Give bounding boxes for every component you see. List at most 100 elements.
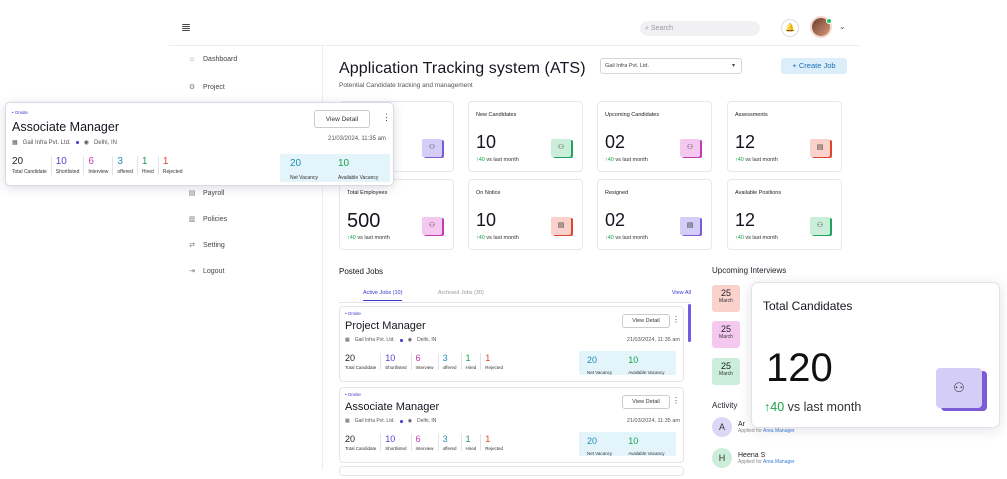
chevron-down-icon[interactable]: ⌄ (839, 22, 846, 31)
stat-label: Total Candidate (345, 365, 377, 370)
stat-value: 6 (415, 434, 421, 444)
setting-icon: ⇄ (189, 242, 195, 249)
page-title: Application Tracking system (ATS) (339, 60, 586, 77)
bell-icon[interactable]: 🔔 (781, 19, 799, 37)
stat-rejected: 1 Rejected (163, 156, 187, 175)
stat-hired: 1 Hired (466, 434, 482, 451)
tab-active-jobs[interactable]: Active Jobs (10) (363, 290, 403, 301)
search-input[interactable]: ⌕ Search (640, 21, 760, 36)
stat-label: Available Vacancy (628, 451, 665, 456)
interview-month: March (719, 298, 733, 304)
stat-offered: 3 offered (443, 353, 462, 370)
job-meta: ▦ Gail Infra Pvt. Ltd. ◉ Delhi, IN (345, 418, 436, 424)
stat-card-assessments: Assessments 12 ↑40 vs last month ▤ (727, 101, 842, 172)
view-detail-button[interactable]: View Detail (314, 110, 370, 128)
sidebar-item-payroll[interactable]: ▤ Payroll (188, 189, 225, 198)
view-detail-button[interactable]: View Detail (622, 395, 670, 409)
sidebar-item-logout[interactable]: ⇥ Logout (188, 267, 224, 276)
stat-value: 1 (162, 156, 169, 167)
sidebar-item-label: Payroll (203, 189, 225, 197)
stat-card-upcoming-candidates: Upcoming Candidates 02 ↑40 vs last month… (597, 101, 712, 172)
interview-day: 25 (720, 361, 731, 371)
job-card[interactable]: • Onsite Associate Manager ▦ Gail Infra P… (339, 387, 684, 463)
delta-value: ↑40 (476, 157, 485, 163)
applied-label: Applied for (738, 458, 762, 465)
vacancy-box: 20 Net Vacancy 10 Available Vacancy (579, 351, 676, 375)
online-status-dot (826, 18, 832, 24)
stat-delta: ↑40 vs last month (347, 235, 390, 241)
menu-icon[interactable]: ≣ (181, 21, 192, 33)
stat-label: Total Candidates (763, 299, 853, 313)
activity-name: Heena S (738, 451, 766, 459)
create-job-button[interactable]: + Create Job (781, 58, 847, 74)
stat-value: 3 (117, 156, 123, 167)
more-icon[interactable]: ⋮ (382, 112, 391, 123)
jobs-tabs: Active Jobs (10) Archived Jobs (30) View… (339, 287, 691, 303)
job-location: Delhi, IN (417, 337, 437, 343)
stat-rejected: 1 Rejected (485, 353, 507, 370)
company-select[interactable]: Gail Infra Pvt. Ltd. ▾ (600, 58, 742, 74)
job-card[interactable] (339, 466, 684, 476)
job-meta: ▦ Gail Infra Pvt. Ltd. ◉ Delhi, IN (345, 337, 436, 343)
job-card[interactable]: • Onsite Project Manager ▦ Gail Infra Pvt… (339, 306, 684, 382)
payroll-icon: ▤ (188, 190, 196, 197)
job-stats: 20 Total Candidate 10 Shortlisted 6 Intervi… (345, 434, 511, 451)
add-user-icon: ⚇ (551, 139, 571, 157)
interview-day: 25 (720, 324, 731, 334)
sidebar-item-dashboard[interactable]: ⌂ Dashboard (188, 56, 237, 63)
view-detail-button[interactable]: View Detail (622, 314, 670, 328)
interview-date[interactable]: 25 March (712, 321, 740, 348)
location-icon: ◉ (407, 418, 413, 424)
available-vacancy: 10 Available Vacancy (620, 351, 672, 375)
interview-month: March (719, 334, 733, 340)
project-icon: ⚙ (188, 84, 196, 91)
job-stats: 20 Total Candidate 10 Shortlisted 6 Intervi… (345, 353, 511, 370)
jobs-scrollbar[interactable] (688, 304, 691, 342)
stat-label: offered (442, 446, 457, 451)
stat-label: Hired (141, 169, 154, 175)
vacancy-box: 20 Net Vacancy 10 Available Vacancy (579, 432, 676, 456)
stat-label: offered (117, 169, 133, 175)
stat-value: 10 (55, 156, 67, 167)
stat-label: offered (442, 365, 457, 370)
stat-offered: 3 offered (117, 156, 138, 175)
sidebar-item-setting[interactable]: ⇄ Setting (188, 241, 225, 250)
stat-card-available-positions: Available Positions 12 ↑40 vs last month… (727, 179, 842, 250)
view-all-link[interactable]: View All (672, 290, 691, 296)
stat-value: 10 (337, 158, 350, 169)
job-tag: • Onsite (12, 110, 28, 115)
activity-item[interactable]: H Heena S Applied for Area Manager (712, 448, 795, 468)
sidebar-item-project[interactable]: ⚙ Project (188, 83, 225, 92)
stat-label: Rejected (162, 169, 183, 175)
stat-label: Interview (415, 365, 434, 370)
stat-value: 1 (465, 353, 471, 363)
sidebar-item-policies[interactable]: ▥ Policies (188, 215, 227, 224)
interview-month: March (719, 371, 733, 377)
tab-archived-jobs[interactable]: Archived Jobs (30) (438, 290, 484, 296)
interview-date[interactable]: 25 March (712, 358, 740, 385)
delta-value: ↑40 (476, 235, 485, 241)
more-icon[interactable]: ⋮ (672, 396, 680, 405)
stat-label: Net Vacancy (290, 175, 318, 181)
stat-card-resigned: Resigned 02 ↑40 vs last month ▤ (597, 179, 712, 250)
stat-delta: ↑40 vs last month (605, 157, 648, 163)
applied-label: Applied for (738, 427, 762, 434)
upcoming-interviews-title: Upcoming Interviews (712, 266, 787, 275)
delta-text: vs last month (486, 235, 519, 241)
delta-text: vs last month (787, 400, 862, 414)
stat-total: 20 Total Candidate (345, 434, 382, 451)
interview-day: 25 (720, 288, 731, 298)
stat-interview: 6 Interview (416, 434, 439, 451)
featured-job-card[interactable]: • Onsite Associate Manager ▦ Gail Infra P… (5, 102, 394, 186)
job-meta: ▦ Gail Infra Pvt. Ltd. ◉ Delhi, IN (12, 139, 117, 147)
stat-value: 10 (385, 434, 396, 444)
avatar[interactable] (810, 16, 832, 38)
interview-date[interactable]: 25 March (712, 285, 740, 312)
stat-value: 10 (476, 132, 497, 152)
available-vacancy: 10 Available Vacancy (620, 432, 672, 456)
applied-role: Area Manager (763, 427, 795, 434)
stat-delta: ↑40 vs last month (735, 157, 778, 163)
more-icon[interactable]: ⋮ (672, 315, 680, 324)
location-icon: ◉ (83, 140, 89, 146)
stat-label: Shortlisted (385, 365, 407, 370)
